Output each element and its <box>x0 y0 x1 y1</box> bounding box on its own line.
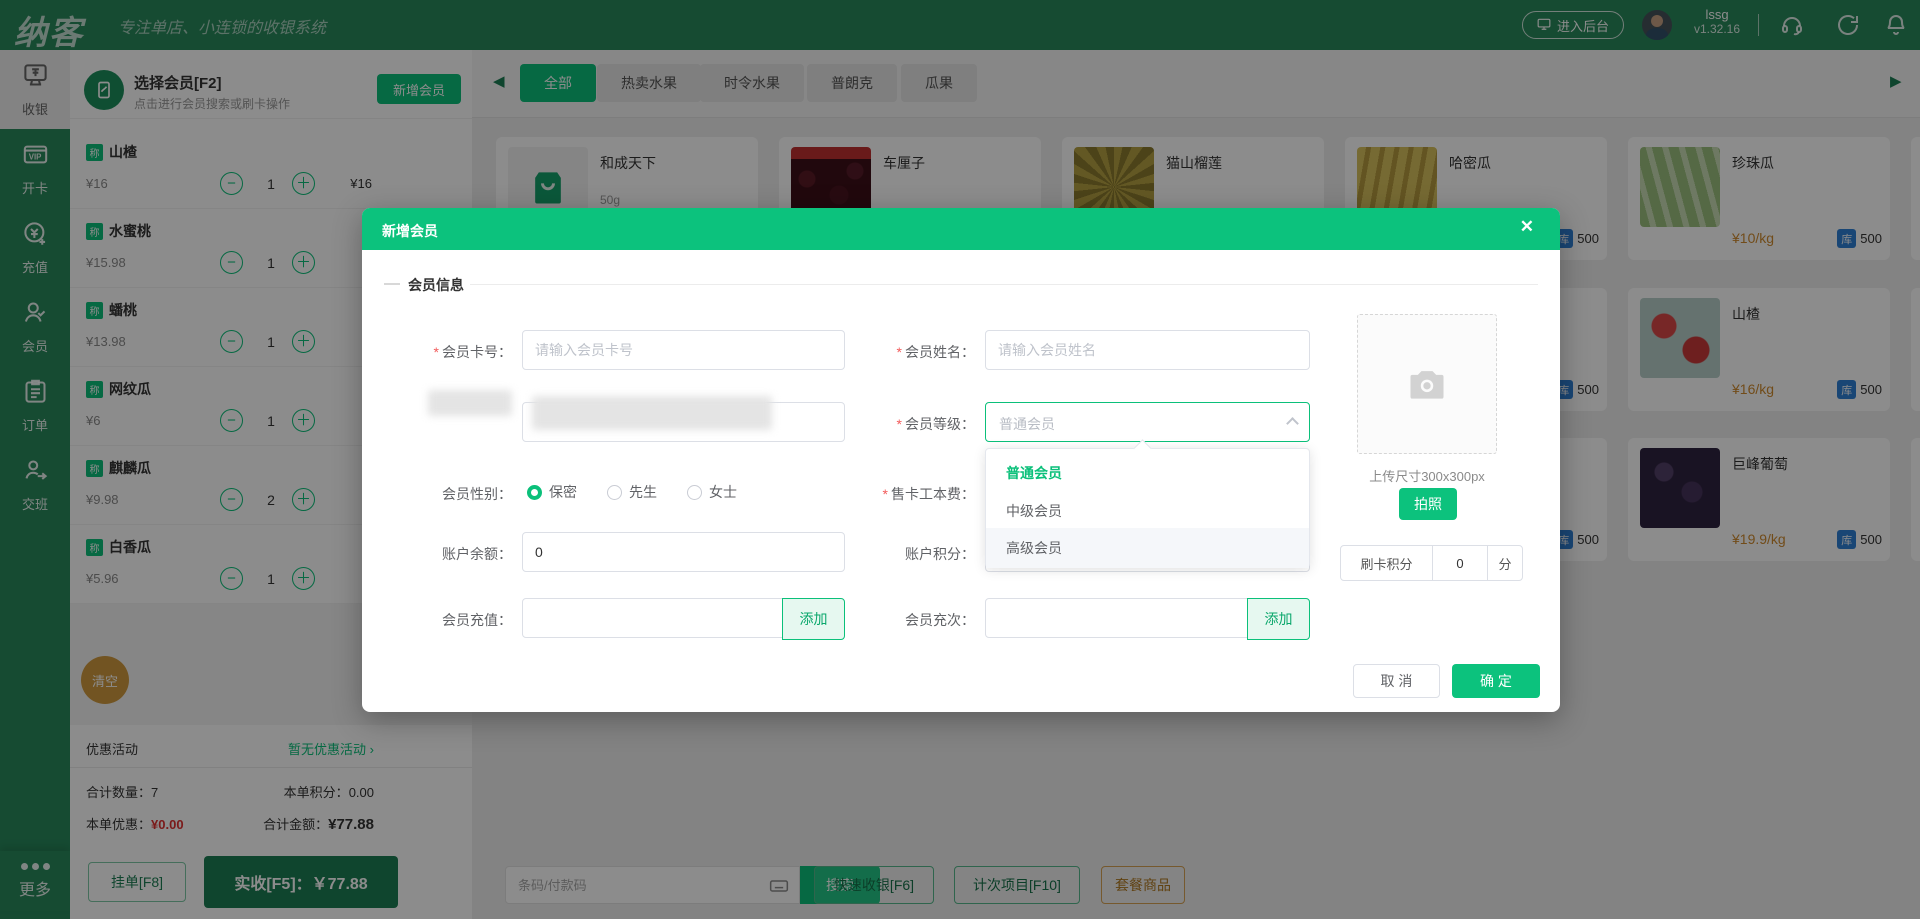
radio-mr[interactable]: 先生 <box>607 482 657 502</box>
acct-points-label: 账户积分： <box>905 546 975 562</box>
radio-secret[interactable]: 保密 <box>527 482 577 502</box>
level-option-normal[interactable]: 普通会员 <box>986 453 1309 493</box>
balance-input[interactable] <box>522 532 845 572</box>
cancel-button[interactable]: 取 消 <box>1353 664 1440 698</box>
modal-title: 新增会员 <box>382 223 438 239</box>
swipe-points-group: 刷卡积分 0 分 <box>1340 545 1523 581</box>
pos-app: 纳客 专注单店、小连锁的收银系统 进入后台 lssg v1.32.16 收银 V… <box>0 0 1920 919</box>
section-title: 会员信息 <box>408 277 464 293</box>
redacted-label <box>428 390 512 416</box>
member-level-select[interactable]: 普通会员 <box>985 402 1310 442</box>
card-no-label: * 会员卡号： <box>433 344 512 360</box>
close-icon[interactable]: ✕ <box>1520 217 1534 237</box>
redacted-value <box>532 396 772 430</box>
level-option-middle[interactable]: 中级会员 <box>986 491 1309 531</box>
balance-label: 账户余额： <box>442 546 512 562</box>
member-info-section: 会员信息 <box>362 274 1560 294</box>
chevron-up-icon <box>1286 417 1299 430</box>
photo-upload-box[interactable] <box>1357 314 1497 454</box>
swipe-points-label: 刷卡积分 <box>1341 546 1433 580</box>
radio-ms[interactable]: 女士 <box>687 482 737 502</box>
take-photo-button[interactable]: 拍照 <box>1399 488 1457 520</box>
upload-hint: 上传尺寸300x300px <box>1369 469 1485 484</box>
level-selected-value: 普通会员 <box>999 416 1055 432</box>
gender-label: 会员性别： <box>442 486 512 502</box>
confirm-button[interactable]: 确 定 <box>1452 664 1540 698</box>
member-level-label: * 会员等级： <box>896 416 975 432</box>
recharge-times-input[interactable] <box>985 598 1248 638</box>
section-dash <box>384 283 400 285</box>
radio-icon <box>527 484 542 500</box>
radio-icon <box>687 484 702 500</box>
level-dropdown: 普通会员 中级会员 高级会员 <box>985 448 1310 568</box>
member-name-input[interactable] <box>985 330 1310 370</box>
swipe-points-value[interactable]: 0 <box>1433 546 1488 580</box>
add-member-modal: 新增会员 ✕ 会员信息 *会员卡号： *会员姓名： *会员等级： 普通会员 会员… <box>362 208 1560 712</box>
swipe-points-unit: 分 <box>1498 556 1512 572</box>
radio-icon <box>607 484 622 500</box>
card-no-input[interactable] <box>522 330 845 370</box>
recharge-times-add-button[interactable]: 添加 <box>1247 598 1310 640</box>
recharge-times-label: 会员充次： <box>905 612 975 628</box>
card-fee-label: * 售卡工本费： <box>882 486 975 502</box>
recharge-label: 会员充值： <box>442 612 512 628</box>
modal-header: 新增会员 ✕ <box>362 208 1560 250</box>
section-line <box>470 284 1538 285</box>
member-name-label: * 会员姓名： <box>896 344 975 360</box>
level-option-high[interactable]: 高级会员 <box>986 528 1309 568</box>
recharge-input[interactable] <box>522 598 783 638</box>
recharge-add-button[interactable]: 添加 <box>782 598 845 640</box>
camera-icon <box>1410 371 1444 399</box>
